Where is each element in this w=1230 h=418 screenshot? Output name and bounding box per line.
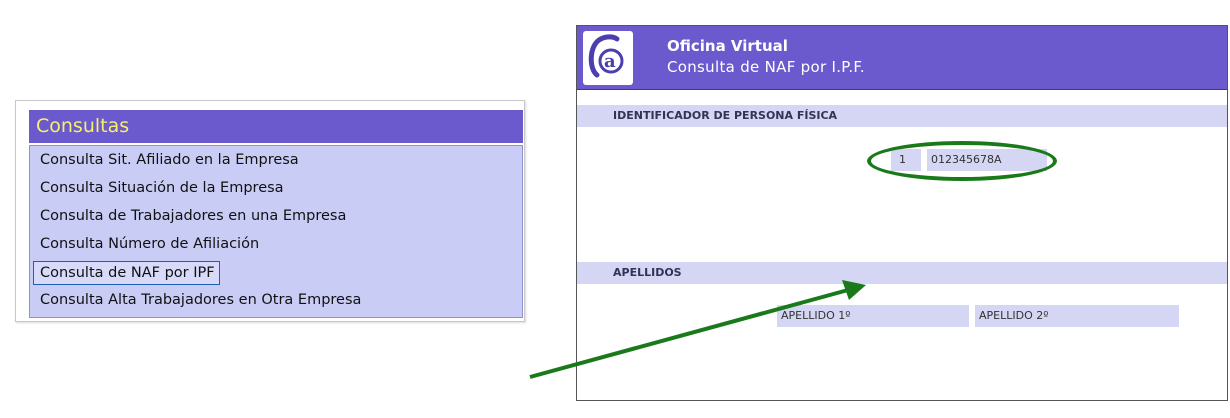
apellido1-field[interactable]: APELLIDO 1º <box>777 305 969 327</box>
section-ipf-label: IDENTIFICADOR DE PERSONA FÍSICA <box>613 109 838 122</box>
at-sign-icon: a <box>583 31 633 85</box>
menu-item-sit-afiliado[interactable]: Consulta Sit. Afiliado en la Empresa <box>40 149 299 171</box>
naf-por-ipf-panel: a Oficina Virtual Consulta de NAF por I.… <box>576 25 1228 401</box>
ipf-number-field[interactable]: 012345678A <box>927 149 1047 171</box>
menu-list: Consulta Sit. Afiliado en la Empresa Con… <box>29 145 523 318</box>
section-apellidos-label: APELLIDOS <box>613 266 682 279</box>
menu-title: Consultas <box>36 115 130 137</box>
svg-text:a: a <box>604 51 616 72</box>
app-title: Oficina Virtual <box>667 37 788 55</box>
menu-header: Consultas <box>29 110 523 143</box>
menu-item-naf-por-ipf[interactable]: Consulta de NAF por IPF <box>33 261 220 285</box>
menu-item-numero-afiliacion[interactable]: Consulta Número de Afiliación <box>40 233 259 255</box>
menu-item-trabajadores-empresa[interactable]: Consulta de Trabajadores en una Empresa <box>40 205 346 227</box>
page-subtitle: Consulta de NAF por I.P.F. <box>667 58 865 76</box>
menu-item-situacion-empresa[interactable]: Consulta Situación de la Empresa <box>40 177 284 199</box>
ipf-type-field[interactable]: 1 <box>891 149 921 171</box>
apellido2-field[interactable]: APELLIDO 2º <box>975 305 1179 327</box>
panel-header: a Oficina Virtual Consulta de NAF por I.… <box>577 26 1227 90</box>
section-apellidos: APELLIDOS <box>577 262 1227 284</box>
section-ipf: IDENTIFICADOR DE PERSONA FÍSICA <box>577 105 1227 127</box>
consultas-menu: Consultas Consulta Sit. Afiliado en la E… <box>15 100 525 322</box>
menu-item-alta-otra-empresa[interactable]: Consulta Alta Trabajadores en Otra Empre… <box>40 289 361 311</box>
